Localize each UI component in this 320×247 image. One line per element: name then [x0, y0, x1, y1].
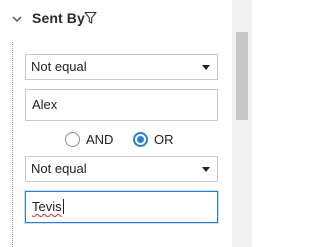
- filter-section-header[interactable]: Sent By: [0, 0, 232, 38]
- dropdown-caret-icon: [202, 65, 210, 70]
- and-radio-label[interactable]: AND: [86, 132, 113, 147]
- or-radio[interactable]: [133, 132, 148, 147]
- value-input-2[interactable]: Tevis: [25, 191, 218, 223]
- dropdown-caret-icon: [202, 167, 210, 172]
- operator-select-1-value: Not equal: [31, 59, 87, 74]
- and-radio[interactable]: [65, 132, 80, 147]
- value-input-1-text: Alex: [32, 97, 58, 112]
- or-radio-label[interactable]: OR: [154, 132, 174, 147]
- operator-select-2[interactable]: Not equal: [25, 156, 218, 182]
- scrollbar-thumb[interactable]: [236, 32, 248, 120]
- text-cursor: [62, 199, 64, 214]
- operator-select-1[interactable]: Not equal: [25, 54, 218, 80]
- section-title: Sent By: [32, 10, 85, 26]
- vertical-scrollbar[interactable]: [232, 0, 252, 247]
- value-input-2-text: Tevis: [32, 199, 62, 214]
- filter-panel: Sent By Not equal Alex AND OR Not equal …: [0, 0, 232, 247]
- funnel-icon[interactable]: [84, 11, 97, 25]
- chevron-down-icon[interactable]: [10, 12, 24, 26]
- tree-guide-line: [12, 42, 13, 247]
- value-input-1[interactable]: Alex: [25, 89, 218, 121]
- logic-radio-group: AND OR: [25, 130, 218, 150]
- operator-select-2-value: Not equal: [31, 161, 87, 176]
